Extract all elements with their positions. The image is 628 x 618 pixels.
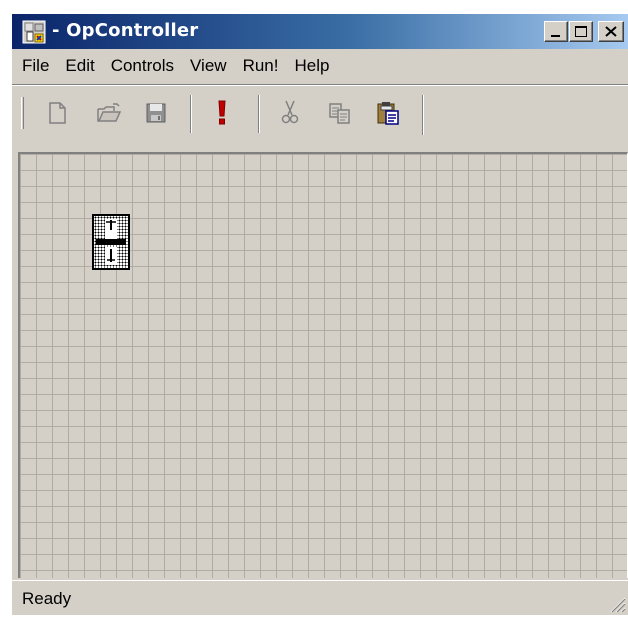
design-canvas[interactable] [18,152,628,578]
toolbar [12,84,628,152]
paste-button[interactable] [372,98,404,128]
save-button[interactable] [140,98,172,128]
clipboard-paste-icon [377,102,399,125]
status-text: Ready [22,589,72,608]
scissors-icon [281,100,299,124]
close-icon [605,26,617,37]
toolbar-separator [190,95,192,133]
resize-grip-icon[interactable] [608,595,626,613]
menu-file[interactable]: File [12,49,57,82]
menu-run[interactable]: Run! [235,49,287,82]
menu-controls[interactable]: Controls [103,49,182,82]
toolbar-end-separator [422,95,424,135]
app-window: - OpController File Edit Controls View R… [12,14,628,615]
menu-view[interactable]: View [182,49,235,82]
open-button[interactable] [93,98,125,128]
status-bar: Ready [12,580,628,615]
title-bar[interactable]: - OpController [12,14,628,49]
app-icon[interactable] [22,20,46,44]
close-button[interactable] [598,21,624,42]
copy-button[interactable] [324,98,356,128]
toolbar-grip[interactable] [21,97,24,129]
run-button[interactable] [206,98,238,128]
maximize-button[interactable] [569,21,593,42]
minimize-icon [551,35,560,37]
toolbar-separator [258,95,260,133]
window-title: - OpController [52,20,199,41]
new-document-icon [49,102,66,124]
menu-edit[interactable]: Edit [57,49,102,82]
slider-glyph-icon [96,219,126,265]
maximize-icon [575,26,587,37]
save-disk-icon [146,103,166,123]
open-folder-icon [97,103,122,122]
minimize-button[interactable] [544,21,568,42]
menu-bar: File Edit Controls View Run! Help [12,49,628,82]
cut-button[interactable] [274,98,306,128]
copy-icon [329,103,350,124]
new-button[interactable] [41,98,73,128]
menu-help[interactable]: Help [286,49,337,82]
slider-control[interactable] [92,214,130,270]
exclamation-icon [218,100,226,125]
